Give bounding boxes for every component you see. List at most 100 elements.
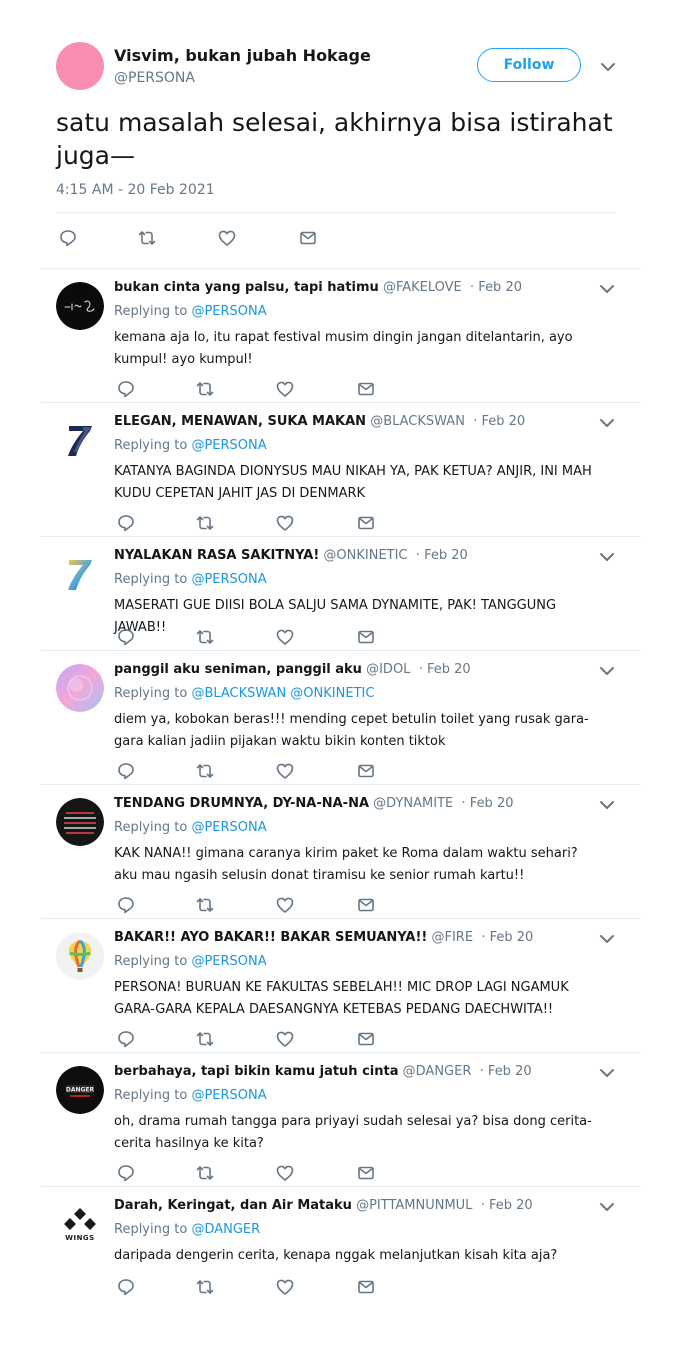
avatar[interactable]	[56, 932, 104, 980]
mention-link[interactable]: @PERSONA	[191, 304, 266, 319]
tweet-date[interactable]: Feb 20	[427, 662, 471, 677]
direct-message-icon[interactable]	[298, 228, 318, 248]
chevron-down-icon[interactable]	[599, 58, 617, 76]
reply-icon[interactable]	[116, 1277, 136, 1297]
author-handle[interactable]: @FAKELOVE	[383, 280, 462, 295]
author-handle[interactable]: @PERSONA	[114, 70, 195, 86]
avatar[interactable]	[56, 550, 104, 598]
mention-link[interactable]: @BLACKSWAN @ONKINETIC	[191, 686, 374, 701]
direct-message-icon[interactable]	[356, 761, 376, 781]
author-name[interactable]: bukan cinta yang palsu, tapi hatimu	[114, 280, 379, 295]
author-handle[interactable]: @PITTAMNUNMUL	[356, 1198, 472, 1213]
author-name[interactable]: NYALAKAN RASA SAKITNYA!	[114, 548, 319, 563]
chevron-down-icon[interactable]	[598, 930, 616, 948]
retweet-icon[interactable]	[195, 1277, 215, 1297]
reply-icon[interactable]	[116, 761, 136, 781]
like-icon[interactable]	[275, 1277, 295, 1297]
retweet-icon[interactable]	[195, 513, 215, 533]
follow-button[interactable]: Follow	[477, 48, 581, 82]
author-name[interactable]: berbahaya, tapi bikin kamu jatuh cinta	[114, 1064, 399, 1079]
like-icon[interactable]	[275, 895, 295, 915]
author-name[interactable]: Visvim, bukan jubah Hokage	[114, 46, 371, 65]
retweet-icon[interactable]	[195, 761, 215, 781]
author-name[interactable]: panggil aku seniman, panggil aku	[114, 662, 362, 677]
chevron-down-icon[interactable]	[598, 280, 616, 298]
like-icon[interactable]	[275, 513, 295, 533]
reply-tweet[interactable]: WINGS Darah, Keringat, dan Air Mataku @P…	[41, 1186, 641, 1307]
author-name[interactable]: TENDANG DRUMNYA, DY-NA-NA-NA	[114, 796, 369, 811]
direct-message-icon[interactable]	[356, 1277, 376, 1297]
author-name[interactable]: ELEGAN, MENAWAN, SUKA MAKAN	[114, 414, 366, 429]
author-handle[interactable]: @DANGER	[403, 1064, 472, 1079]
mention-link[interactable]: @PERSONA	[191, 438, 266, 453]
tweet-timestamp[interactable]: 4:15 AM - 20 Feb 2021	[56, 182, 215, 198]
tweet-date[interactable]: Feb 20	[488, 1064, 532, 1079]
author-handle[interactable]: @IDOL	[366, 662, 410, 677]
direct-message-icon[interactable]	[356, 1029, 376, 1049]
author-handle[interactable]: @BLACKSWAN	[370, 414, 465, 429]
tweet-date[interactable]: Feb 20	[424, 548, 468, 563]
retweet-icon[interactable]	[195, 379, 215, 399]
direct-message-icon[interactable]	[356, 1163, 376, 1183]
avatar[interactable]: DANGER	[56, 1066, 104, 1114]
direct-message-icon[interactable]	[356, 513, 376, 533]
replying-to: Replying to @PERSONA	[114, 954, 267, 969]
author-handle[interactable]: @FIRE	[432, 930, 474, 945]
direct-message-icon[interactable]	[356, 895, 376, 915]
reply-tweet[interactable]: BAKAR!! AYO BAKAR!! BAKAR SEMUANYA!! @FI…	[41, 918, 641, 1053]
reply-icon[interactable]	[116, 627, 136, 647]
reply-icon[interactable]	[116, 1163, 136, 1183]
reply-icon[interactable]	[58, 228, 78, 248]
like-icon[interactable]	[275, 379, 295, 399]
mention-link[interactable]: @PERSONA	[191, 572, 266, 587]
tweet-date[interactable]: Feb 20	[478, 280, 522, 295]
avatar[interactable]	[56, 282, 104, 330]
reply-tweet[interactable]: NYALAKAN RASA SAKITNYA! @ONKINETIC · Feb…	[41, 536, 641, 651]
reply-tweet[interactable]: TENDANG DRUMNYA, DY-NA-NA-NA @DYNAMITE ·…	[41, 784, 641, 919]
retweet-icon[interactable]	[195, 627, 215, 647]
reply-icon[interactable]	[116, 513, 136, 533]
reply-tweet[interactable]: DANGER berbahaya, tapi bikin kamu jatuh …	[41, 1052, 641, 1187]
chevron-down-icon[interactable]	[598, 796, 616, 814]
tweet-date[interactable]: Feb 20	[490, 930, 534, 945]
avatar[interactable]	[56, 416, 104, 464]
chevron-down-icon[interactable]	[598, 414, 616, 432]
like-icon[interactable]	[217, 228, 237, 248]
reply-header: panggil aku seniman, panggil aku @IDOL ·…	[114, 662, 594, 677]
reply-icon[interactable]	[116, 895, 136, 915]
chevron-down-icon[interactable]	[598, 662, 616, 680]
tweet-date[interactable]: Feb 20	[489, 1198, 533, 1213]
like-icon[interactable]	[275, 761, 295, 781]
retweet-icon[interactable]	[195, 895, 215, 915]
mention-link[interactable]: @PERSONA	[191, 954, 266, 969]
like-icon[interactable]	[275, 627, 295, 647]
chevron-down-icon[interactable]	[598, 1198, 616, 1216]
reply-tweet[interactable]: panggil aku seniman, panggil aku @IDOL ·…	[41, 650, 641, 785]
chevron-down-icon[interactable]	[598, 548, 616, 566]
author-handle[interactable]: @DYNAMITE	[373, 796, 453, 811]
retweet-icon[interactable]	[195, 1029, 215, 1049]
retweet-icon[interactable]	[195, 1163, 215, 1183]
author-handle[interactable]: @ONKINETIC	[323, 548, 407, 563]
avatar[interactable]	[56, 798, 104, 846]
like-icon[interactable]	[275, 1029, 295, 1049]
mention-link[interactable]: @PERSONA	[191, 1088, 266, 1103]
author-name[interactable]: Darah, Keringat, dan Air Mataku	[114, 1198, 352, 1213]
avatar[interactable]: WINGS	[56, 1200, 104, 1248]
chevron-down-icon[interactable]	[598, 1064, 616, 1082]
like-icon[interactable]	[275, 1163, 295, 1183]
reply-tweet[interactable]: ELEGAN, MENAWAN, SUKA MAKAN @BLACKSWAN ·…	[41, 402, 641, 537]
reply-tweet[interactable]: bukan cinta yang palsu, tapi hatimu @FAK…	[41, 268, 641, 403]
direct-message-icon[interactable]	[356, 627, 376, 647]
mention-link[interactable]: @PERSONA	[191, 820, 266, 835]
direct-message-icon[interactable]	[356, 379, 376, 399]
mention-link[interactable]: @DANGER	[191, 1222, 260, 1237]
tweet-date[interactable]: Feb 20	[481, 414, 525, 429]
author-name[interactable]: BAKAR!! AYO BAKAR!! BAKAR SEMUANYA!!	[114, 930, 427, 945]
retweet-icon[interactable]	[137, 228, 157, 248]
reply-icon[interactable]	[116, 1029, 136, 1049]
tweet-date[interactable]: Feb 20	[470, 796, 514, 811]
avatar[interactable]	[56, 664, 104, 712]
reply-icon[interactable]	[116, 379, 136, 399]
avatar[interactable]	[56, 42, 104, 90]
